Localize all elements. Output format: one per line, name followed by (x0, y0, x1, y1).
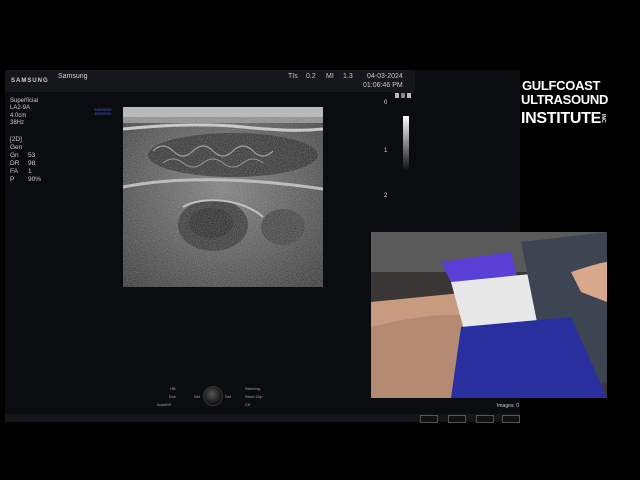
images-count-value: 0 (516, 403, 519, 409)
tis-value: 0.2 (306, 73, 316, 80)
gen-label: Gen (10, 144, 23, 151)
preset-name: Superficial (10, 98, 39, 104)
preset-params: Superficial LA2-9A 4.0cm 38Hz (10, 98, 38, 128)
depth-value: 4.0cm (10, 112, 27, 119)
thumbnail-strip (418, 414, 520, 423)
exit-control[interactable]: Exit (169, 394, 176, 399)
depth-tick-0: 0 (384, 100, 388, 106)
param-row: FA 1 (10, 168, 32, 175)
trackball-icon[interactable] (203, 386, 223, 406)
thumbnail-slot[interactable] (420, 415, 438, 423)
tis-label: TIs (288, 73, 298, 80)
gray-scale-bar (403, 116, 409, 170)
set-left-control[interactable]: Set (194, 394, 200, 399)
store-clip-control[interactable]: Store Clip (245, 394, 263, 399)
param-row: Gn 53 (10, 152, 36, 159)
auto-imi-control[interactable]: AutoIMI (157, 402, 171, 407)
steering-control[interactable]: Steering (245, 386, 260, 391)
gulfcoast-logo: GULFCOAST ULTRASOUND INSTITUTE INC (521, 78, 609, 127)
probe-model: LA2-9A (10, 105, 31, 112)
images-counter: Images: 0 (497, 403, 519, 409)
hb-control[interactable]: HB (170, 386, 176, 391)
brand-label: SAMSUNG (11, 78, 49, 84)
thumbnail-slot[interactable] (448, 415, 466, 423)
status-icons (395, 93, 411, 101)
depth-tick-2: 2 (384, 193, 388, 199)
thumbnail-slot[interactable] (502, 415, 520, 423)
param-row: P 90% (10, 176, 42, 183)
probe-video-inset (371, 232, 607, 398)
mi-value: 1.3 (343, 73, 353, 80)
ultrasound-image (123, 107, 323, 287)
ck-control[interactable]: CK (245, 402, 251, 407)
probe-label: Samsung (58, 73, 88, 80)
depth-tick-1: 1 (384, 148, 388, 154)
frame-rate: 38Hz (10, 120, 25, 127)
mode-params: [2D] Gen Gn 53 DR 98 FA 1 P 90% (10, 136, 41, 184)
param-row: DR 98 (10, 160, 36, 167)
exam-date: 04-03-2024 (367, 73, 403, 80)
mode-label: [2D] (10, 136, 22, 143)
mi-label: MI (326, 73, 334, 80)
exam-time: 01:06:46 PM (363, 82, 403, 89)
set-right-control[interactable]: Set (225, 394, 231, 399)
images-label: Images (497, 403, 514, 409)
samsung-medison-watermark: SAMSUNG MEDISON (94, 108, 112, 116)
thumbnail-slot[interactable] (476, 415, 494, 423)
